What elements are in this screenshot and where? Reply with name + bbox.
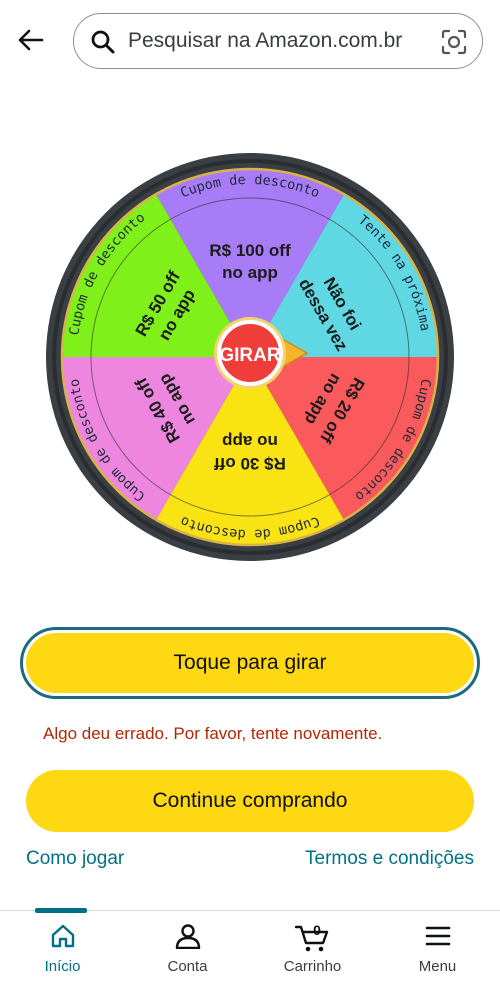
prize-wheel[interactable]: Cupom de descontoR$ 100 offno appTente n…: [45, 152, 455, 562]
back-button[interactable]: [10, 22, 50, 58]
home-icon: [51, 924, 74, 948]
header: [0, 0, 500, 84]
nav-menu[interactable]: Menu: [375, 911, 500, 985]
terms-link[interactable]: Termos e condições: [305, 848, 474, 870]
center-button-label: GIRAR: [219, 345, 281, 366]
nav-account[interactable]: Conta: [125, 911, 250, 985]
nav-account-label: Conta: [167, 958, 208, 975]
cart-icon: 0: [294, 923, 328, 952]
menu-icon: [425, 926, 450, 946]
spin-button-label: Toque para girar: [26, 633, 474, 693]
continue-shopping-button[interactable]: Continue comprando: [26, 770, 474, 832]
nav-home-label: Início: [44, 958, 81, 975]
nav-cart[interactable]: 0 Carrinho: [250, 911, 375, 985]
svg-text:R$ 30 off: R$ 30 off: [214, 454, 286, 473]
svg-text:R$ 100 off: R$ 100 off: [209, 241, 291, 260]
search-icon: [91, 30, 115, 54]
svg-text:no app: no app: [222, 263, 278, 282]
svg-text:no app: no app: [222, 432, 278, 451]
spin-button[interactable]: Toque para girar: [20, 627, 480, 699]
nav-menu-label: Menu: [418, 958, 457, 975]
how-to-play-link[interactable]: Como jogar: [26, 848, 124, 870]
account-icon: [175, 924, 200, 949]
error-message: Algo deu errado. Por favor, tente novame…: [43, 724, 383, 743]
cart-count-badge: 0: [313, 923, 321, 938]
nav-home[interactable]: Início: [0, 911, 125, 985]
search-bar[interactable]: [73, 13, 483, 69]
back-arrow-icon: [18, 29, 44, 51]
nav-cart-label: Carrinho: [283, 958, 342, 975]
camera-icon[interactable]: [440, 28, 468, 56]
bottom-nav: Início Conta 0 Carrinho Menu: [0, 908, 500, 985]
search-input[interactable]: [128, 22, 428, 60]
